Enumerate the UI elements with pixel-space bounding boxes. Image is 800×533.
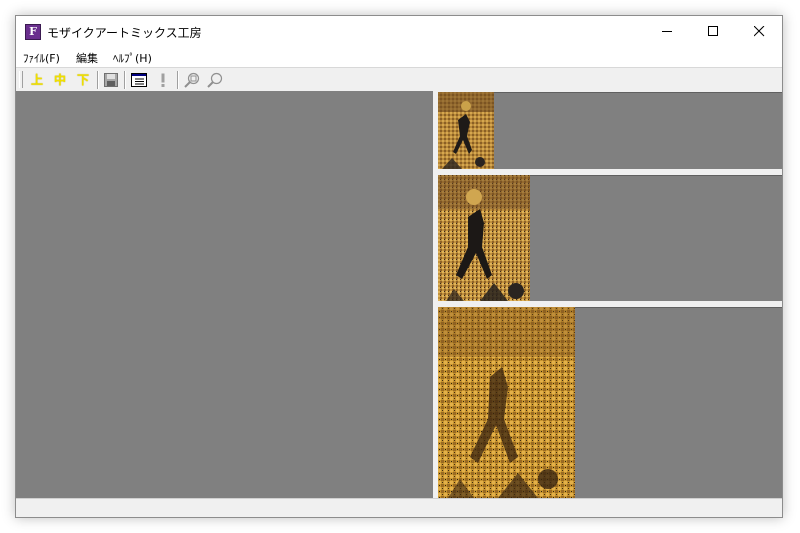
- preview-panel: [438, 91, 782, 498]
- title-bar[interactable]: F モザイクアートミックス工房: [16, 16, 782, 47]
- main-canvas-pane[interactable]: [16, 91, 433, 498]
- menu-edit[interactable]: 編集: [76, 50, 98, 66]
- preview-middle[interactable]: [438, 175, 782, 301]
- exclamation-button[interactable]: [154, 71, 172, 89]
- status-bar: [16, 498, 782, 517]
- zoom-fit-icon: [184, 72, 200, 88]
- preview-bottom[interactable]: [438, 307, 782, 498]
- maximize-button[interactable]: [690, 16, 736, 47]
- minimize-button[interactable]: [644, 16, 690, 47]
- app-icon[interactable]: F: [25, 24, 41, 40]
- close-button[interactable]: [736, 16, 782, 47]
- menu-bar: ﾌｧｲﾙ(F) 編集 ﾍﾙﾌﾟ(H): [16, 47, 782, 67]
- preview-middle-image: [438, 175, 530, 301]
- zoom-button[interactable]: [206, 71, 224, 89]
- window-title: モザイクアートミックス工房: [47, 26, 202, 40]
- list-button[interactable]: [130, 71, 148, 89]
- maximize-icon: [707, 26, 718, 36]
- toolbar-separator: [97, 71, 99, 89]
- toolbar-grip[interactable]: [19, 71, 23, 88]
- toolbar: 上 中 下: [16, 67, 782, 91]
- bottom-button[interactable]: 下: [74, 71, 92, 89]
- toolbar-separator: [124, 71, 126, 89]
- app-window: F モザイクアートミックス工房 ﾌｧｲﾙ(F) 編集 ﾍﾙﾌﾟ(H) 上 中 下: [15, 15, 783, 518]
- save-icon: [104, 73, 118, 87]
- minimize-icon: [661, 31, 672, 32]
- zoom-icon: [207, 72, 223, 88]
- zoom-fit-button[interactable]: [183, 71, 201, 89]
- menu-file[interactable]: ﾌｧｲﾙ(F): [23, 50, 60, 66]
- list-icon: [131, 73, 147, 87]
- exclamation-icon: [161, 73, 165, 87]
- save-button[interactable]: [102, 71, 120, 89]
- preview-top-image: [438, 92, 494, 169]
- middle-button[interactable]: 中: [51, 71, 69, 89]
- preview-top[interactable]: [438, 92, 782, 169]
- close-icon: [753, 26, 764, 37]
- toolbar-separator: [177, 71, 179, 89]
- top-button[interactable]: 上: [28, 71, 46, 89]
- preview-bottom-image: [438, 307, 575, 498]
- menu-help[interactable]: ﾍﾙﾌﾟ(H): [113, 50, 152, 66]
